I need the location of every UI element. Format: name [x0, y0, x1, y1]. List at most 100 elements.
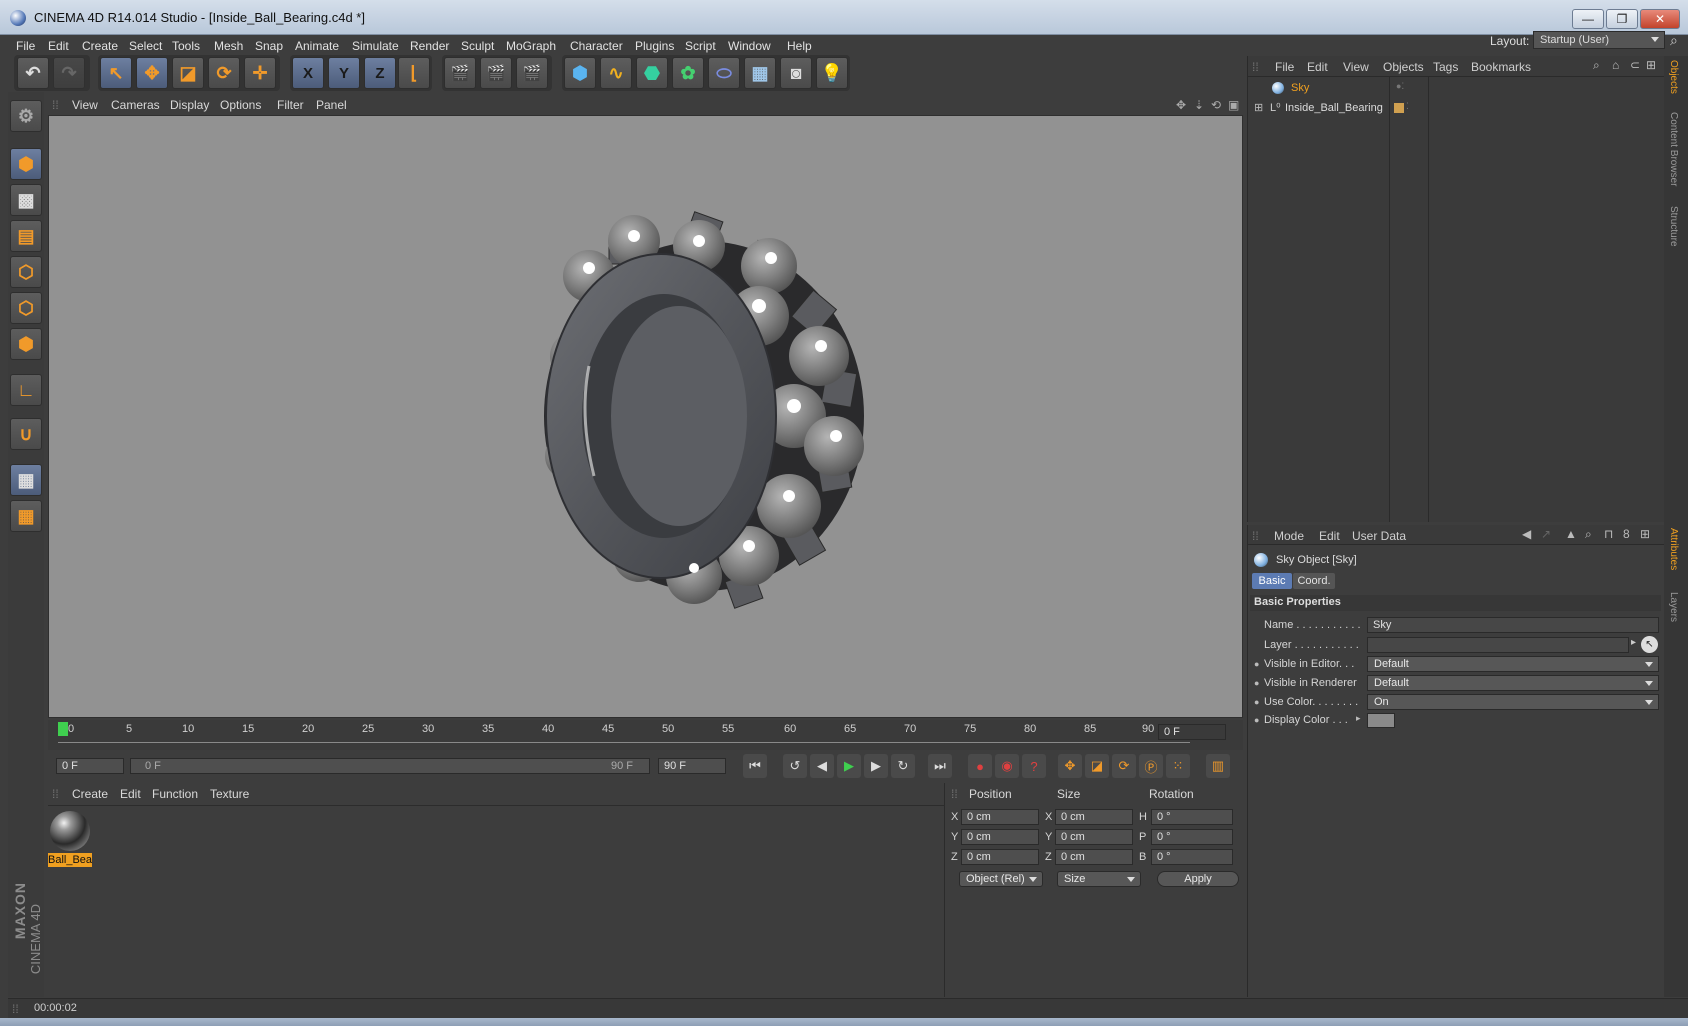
autokey-button[interactable]: ◉: [995, 754, 1019, 778]
animate-dot-icon[interactable]: ●: [1254, 715, 1259, 725]
attribute-menu-user-data[interactable]: User Data: [1352, 529, 1406, 543]
animate-dot-icon[interactable]: ●: [1254, 697, 1259, 707]
size-x-field[interactable]: 0 cm: [1055, 809, 1133, 825]
menu-mesh[interactable]: Mesh: [214, 39, 243, 53]
minimize-button[interactable]: —: [1572, 9, 1604, 29]
layer-pick-icon[interactable]: ↖: [1641, 636, 1658, 653]
search-icon[interactable]: ⌕: [1585, 527, 1592, 542]
menu-create[interactable]: Create: [82, 39, 118, 53]
search-icon[interactable]: ⌕: [1670, 32, 1678, 49]
z-axis-button[interactable]: Z: [364, 57, 396, 89]
coordinate-system-button[interactable]: ⌊: [398, 57, 430, 89]
render-settings-button[interactable]: 🎬: [516, 57, 548, 89]
workplane-mode-button[interactable]: ▤: [10, 220, 42, 252]
menu-tools[interactable]: Tools: [172, 39, 200, 53]
playhead[interactable]: [58, 722, 68, 736]
material-menu-edit[interactable]: Edit: [120, 787, 141, 801]
layer-arrow-icon[interactable]: ▸: [1631, 637, 1636, 648]
grid-snap-button[interactable]: ▦: [10, 500, 42, 532]
undo-button[interactable]: ↶: [17, 57, 49, 89]
menu-mograph[interactable]: MoGraph: [506, 39, 556, 53]
back-arrow-icon[interactable]: ◀: [1522, 527, 1531, 541]
tab-coord[interactable]: Coord.: [1293, 573, 1335, 589]
key-position-button[interactable]: ✥: [1058, 754, 1082, 778]
viewport-menu-panel[interactable]: Panel: [316, 98, 347, 112]
viewport-menu-display[interactable]: Display: [170, 98, 209, 112]
texture-mode-button[interactable]: ▩: [10, 184, 42, 216]
attribute-menu-mode[interactable]: Mode: [1274, 529, 1304, 543]
viewport-rotate-icon[interactable]: ⟲: [1211, 98, 1221, 112]
material-thumbnail[interactable]: Ball_Bea: [48, 811, 92, 869]
size-mode-select[interactable]: Size: [1057, 871, 1141, 887]
next-frame-button[interactable]: ▶: [864, 754, 888, 778]
preview-range-slider[interactable]: 0 F 90 F: [130, 758, 650, 774]
new-window-icon[interactable]: ⊞: [1646, 58, 1656, 72]
viewport-toggle-icon[interactable]: ▣: [1228, 98, 1239, 112]
position-y-field[interactable]: 0 cm: [961, 829, 1039, 845]
menu-file[interactable]: File: [16, 39, 35, 53]
layer-color-swatch[interactable]: [1394, 103, 1404, 113]
tab-content-browser[interactable]: Content Browser: [1668, 112, 1679, 186]
expand-arrow-icon[interactable]: ▸: [1356, 713, 1361, 724]
collapse-icon[interactable]: ⊂: [1630, 58, 1640, 72]
record-active-button[interactable]: ●: [968, 754, 992, 778]
menu-edit[interactable]: Edit: [48, 39, 69, 53]
viewport-move-icon[interactable]: ✥: [1176, 98, 1186, 112]
subdivision-button[interactable]: ⬣: [636, 57, 668, 89]
object-menu-bookmarks[interactable]: Bookmarks: [1471, 60, 1531, 74]
scale-tool-button[interactable]: ◪: [172, 57, 204, 89]
live-selection-button[interactable]: ↖: [100, 57, 132, 89]
key-rotation-button[interactable]: ⟳: [1112, 754, 1136, 778]
go-to-start-button[interactable]: ⏮: [743, 754, 767, 778]
viewport-menu-options[interactable]: Options: [220, 98, 261, 112]
object-menu-tags[interactable]: Tags: [1433, 60, 1458, 74]
timeline-window-button[interactable]: ▥: [1206, 754, 1230, 778]
tab-attributes[interactable]: Attributes: [1668, 528, 1679, 570]
animate-dot-icon[interactable]: ●: [1254, 659, 1259, 669]
play-button[interactable]: ▶: [837, 754, 861, 778]
size-z-field[interactable]: 0 cm: [1055, 849, 1133, 865]
object-menu-edit[interactable]: Edit: [1307, 60, 1328, 74]
link-icon[interactable]: 8: [1623, 527, 1630, 541]
axis-mode-button[interactable]: ∟: [10, 374, 42, 406]
cube-button[interactable]: ⬢: [564, 57, 596, 89]
render-view-button[interactable]: 🎬: [444, 57, 476, 89]
camera-button[interactable]: ◙: [780, 57, 812, 89]
spline-button[interactable]: ∿: [600, 57, 632, 89]
next-key-button[interactable]: ↻: [891, 754, 915, 778]
key-pla-button[interactable]: ⁙: [1166, 754, 1190, 778]
menu-plugins[interactable]: Plugins: [635, 39, 674, 53]
layer-field[interactable]: [1367, 637, 1629, 653]
object-menu-view[interactable]: View: [1343, 60, 1369, 74]
timeline-ruler[interactable]: 0 5 10 15 20 25 30 35 40 45 50 55 60 65 …: [48, 720, 1243, 750]
menu-render[interactable]: Render: [410, 39, 449, 53]
expand-icon[interactable]: ⊞: [1254, 101, 1263, 114]
visible-in-renderer-select[interactable]: Default: [1367, 675, 1659, 691]
current-frame-field[interactable]: 0 F: [1158, 724, 1226, 740]
light-button[interactable]: 💡: [816, 57, 848, 89]
object-menu-file[interactable]: File: [1275, 60, 1294, 74]
go-to-end-button[interactable]: ⏭: [928, 754, 952, 778]
tab-layers[interactable]: Layers: [1668, 592, 1679, 622]
deformer-button[interactable]: ⬭: [708, 57, 740, 89]
redo-button[interactable]: ↷: [53, 57, 85, 89]
cloner-button[interactable]: ✿: [672, 57, 704, 89]
viewport-zoom-icon[interactable]: ⇣: [1194, 98, 1204, 112]
rotation-b-field[interactable]: 0 °: [1151, 849, 1233, 865]
menu-animate[interactable]: Animate: [295, 39, 339, 53]
rotation-h-field[interactable]: 0 °: [1151, 809, 1233, 825]
previous-frame-button[interactable]: ◀: [810, 754, 834, 778]
points-mode-button[interactable]: ⬡: [10, 256, 42, 288]
search-icon[interactable]: ⌕: [1593, 58, 1600, 73]
menu-window[interactable]: Window: [728, 39, 771, 53]
previous-key-button[interactable]: ↺: [783, 754, 807, 778]
floor-button[interactable]: ▦: [744, 57, 776, 89]
display-color-swatch[interactable]: [1367, 713, 1395, 728]
close-button[interactable]: ✕: [1640, 9, 1680, 29]
start-frame-field[interactable]: 0 F: [56, 758, 124, 774]
name-field[interactable]: Sky: [1367, 617, 1659, 633]
position-z-field[interactable]: 0 cm: [961, 849, 1039, 865]
render-picture-viewer-button[interactable]: 🎬: [480, 57, 512, 89]
material-menu-texture[interactable]: Texture: [210, 787, 249, 801]
3d-viewport[interactable]: [48, 115, 1243, 718]
